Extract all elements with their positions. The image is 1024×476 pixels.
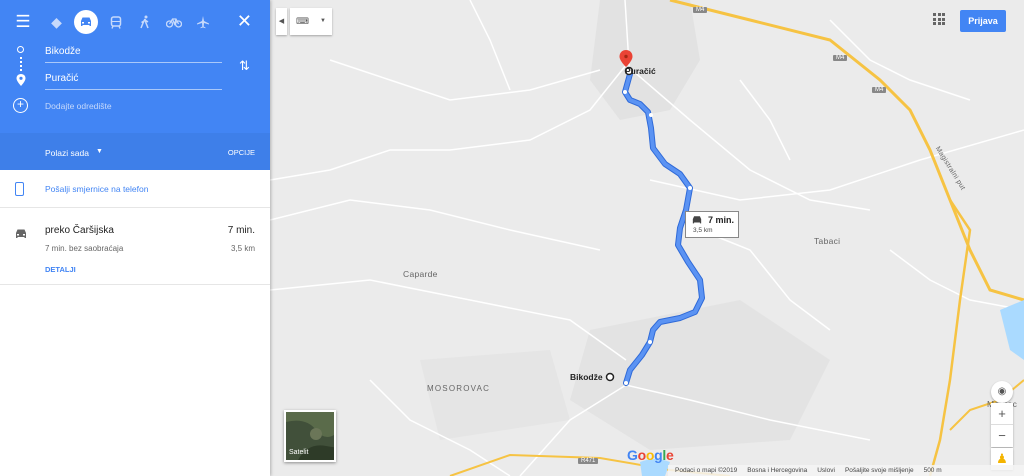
bicycle-icon[interactable] (159, 11, 188, 33)
route-waypoint (648, 340, 652, 344)
directions-header: ☰ ◆ ✕ + Bikodže Puračić Dodajte odredišt… (0, 0, 270, 133)
route-details-link[interactable]: DETALJI (45, 265, 76, 274)
urban-area-mosorovac (420, 350, 570, 440)
zoom-in-button[interactable]: + (991, 403, 1013, 424)
directions-panel: ☰ ◆ ✕ + Bikodže Puračić Dodajte odredišt… (0, 0, 270, 476)
my-location-icon[interactable]: ◉ (991, 381, 1013, 403)
options-button[interactable]: OPCIJE (228, 148, 255, 157)
route-waypoint (624, 381, 628, 385)
keyboard-icon: ⌨ (296, 16, 309, 26)
car-icon[interactable] (74, 10, 98, 34)
urban-area-top (590, 0, 700, 120)
satellite-label: Satelit (289, 449, 309, 456)
place-label-bikodze[interactable]: Bikodže (570, 372, 603, 382)
add-destination-input[interactable]: Dodajte odredište (45, 98, 222, 118)
road-shield-m4: M4 (693, 7, 708, 13)
phone-send-icon (15, 182, 24, 196)
travel-mode-bar: ☰ ◆ (12, 10, 217, 34)
close-directions-icon[interactable]: ✕ (237, 10, 252, 32)
transit-icon[interactable] (101, 11, 130, 33)
chevron-down-icon[interactable]: ▼ (320, 8, 326, 35)
water-body (1000, 300, 1024, 360)
zoom-out-button[interactable]: − (991, 424, 1013, 446)
dropdown-caret-icon[interactable]: ▼ (96, 148, 103, 155)
route-waypoint (623, 90, 627, 94)
collapse-panel-button[interactable]: ◀ (276, 8, 287, 35)
road-shield-m4: M4 (833, 55, 848, 61)
route-via: preko Čaršijska (45, 225, 114, 236)
place-label-mosorovac: MOSOROVAC (427, 384, 491, 393)
destination-pin-icon (16, 74, 26, 86)
magistral-road (928, 199, 972, 476)
sign-in-button[interactable]: Prijava (960, 10, 1006, 32)
app: ☰ ◆ ✕ + Bikodže Puračić Dodajte odredišt… (0, 0, 1024, 476)
walk-icon[interactable] (130, 11, 159, 33)
swap-route-icon[interactable]: ⇅ (239, 58, 250, 74)
map-footer: Podaci o mapi ©2019 Bosna i Hercegovina … (668, 465, 1024, 476)
terms-link[interactable]: Uslovi (817, 467, 835, 474)
route-distance: 3,5 km (230, 244, 255, 253)
add-destination-icon[interactable]: + (13, 98, 28, 113)
place-label-caparde: Caparde (403, 269, 438, 279)
route-waypoint (649, 113, 653, 117)
google-logo: Google (627, 447, 674, 463)
route-info-distance: 3,5 km (693, 227, 713, 234)
road-shield-m4: M4 (872, 87, 887, 93)
best-travel-icon[interactable]: ◆ (42, 11, 71, 33)
route-option[interactable]: preko Čaršijska 7 min. 7 min. bez saobra… (0, 208, 270, 285)
route-time: 7 min. (227, 225, 255, 236)
destination-input[interactable]: Puračić (45, 70, 222, 90)
destination-pin-center (624, 54, 628, 59)
place-label-tabaci: Tabaci (814, 236, 841, 246)
menu-icon[interactable]: ☰ (12, 11, 34, 33)
origin-dot-icon (17, 46, 24, 53)
route-waypoint (688, 186, 692, 190)
route-info-time: 7 min. (708, 215, 735, 225)
highway-m4 (669, 0, 1024, 302)
route-info-callout[interactable]: 7 min. 3,5 km (685, 211, 739, 238)
region-label[interactable]: Bosna i Hercegovina (747, 467, 807, 474)
zoom-control: + − (991, 403, 1013, 447)
car-icon (14, 228, 28, 243)
send-to-phone-link[interactable]: Pošalji smjernice na telefon (45, 184, 148, 194)
feedback-link[interactable]: Pošaljite svoje mišljenje (845, 467, 914, 474)
flight-icon[interactable] (188, 11, 217, 33)
satellite-toggle[interactable]: Satelit (284, 410, 336, 462)
road-shield-r471: R471 (578, 458, 599, 464)
depart-time-dropdown[interactable]: Polazi sada (45, 148, 89, 158)
depart-options-bar: Polazi sada ▼ OPCIJE (0, 133, 270, 170)
origin-marker[interactable] (605, 372, 615, 382)
route-traffic-note: 7 min. bez saobraćaja (45, 244, 124, 253)
origin-input[interactable]: Bikodže (45, 43, 222, 63)
scale-label[interactable]: 500 m (924, 467, 942, 474)
car-icon (691, 215, 703, 227)
place-label-puracic[interactable]: Puračić (625, 66, 656, 76)
input-tools-button[interactable]: ⌨ ▼ (290, 8, 332, 35)
apps-grid-icon[interactable] (933, 13, 945, 25)
send-to-phone-row[interactable]: Pošalji smjernice na telefon (0, 170, 270, 208)
route-connector-dots (20, 57, 22, 71)
map-data-attribution[interactable]: Podaci o mapi ©2019 (675, 467, 737, 474)
